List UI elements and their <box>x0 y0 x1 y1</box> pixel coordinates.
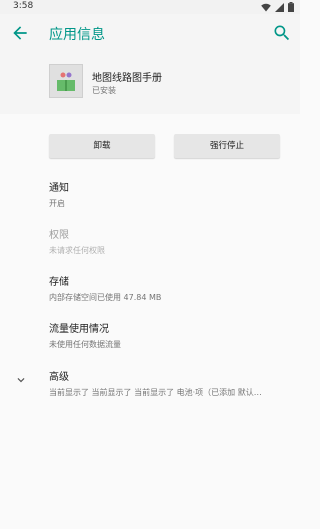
pref-title: 权限 <box>49 230 69 241</box>
app-install-status: 已安装 <box>92 86 116 95</box>
battery-icon <box>288 2 294 12</box>
pref-summary: 未请求任何权限 <box>49 246 105 255</box>
pref-permissions: 权限 未请求任何权限 <box>49 226 105 256</box>
page-title: 应用信息 <box>49 27 105 43</box>
wifi-icon <box>261 3 271 12</box>
arrow-back-icon[interactable] <box>10 23 30 43</box>
signal-icon <box>275 2 284 12</box>
app-header: 地图线路图手册 已安装 <box>0 52 300 114</box>
pref-data-usage[interactable]: 流量使用情况 未使用任何数据流量 <box>49 320 121 350</box>
status-icons <box>261 2 294 12</box>
uninstall-button[interactable]: 卸载 <box>49 134 155 158</box>
pref-title: 高级 <box>49 372 69 383</box>
pref-notifications[interactable]: 通知 开启 <box>49 179 69 209</box>
app-bar: 应用信息 <box>0 14 300 52</box>
pref-summary: 内部存储空间已使用 47.84 MB <box>49 293 162 302</box>
pref-summary: 开启 <box>49 199 65 208</box>
force-stop-button[interactable]: 强行停止 <box>174 134 280 158</box>
pref-storage[interactable]: 存储 内部存储空间已使用 47.84 MB <box>49 273 161 303</box>
pref-title: 存储 <box>49 277 69 288</box>
pref-advanced[interactable]: 高级 当前显示了 当前显示了 当前显示了 电池·项（已添加 默认… <box>49 368 289 398</box>
search-icon[interactable] <box>272 23 292 43</box>
chevron-down-icon[interactable] <box>14 373 28 387</box>
pref-title: 流量使用情况 <box>49 324 109 335</box>
pref-title: 通知 <box>49 183 69 194</box>
status-bar: 3:58 <box>0 0 300 14</box>
pref-summary: 未使用任何数据流量 <box>49 340 121 349</box>
status-time: 3:58 <box>13 1 34 11</box>
app-name: 地图线路图手册 <box>92 73 162 84</box>
pref-summary: 当前显示了 当前显示了 当前显示了 电池·项（已添加 默认… <box>49 388 262 397</box>
map-book-icon <box>49 64 83 98</box>
